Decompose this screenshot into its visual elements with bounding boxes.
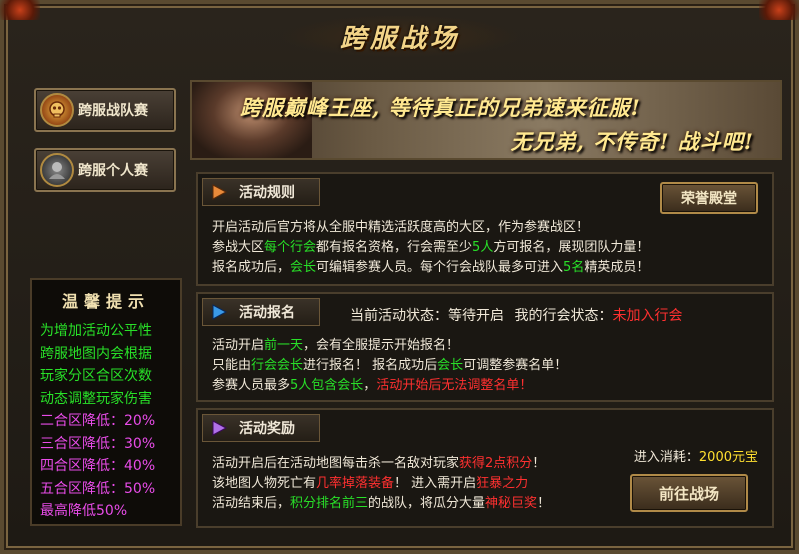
activity-status: 当前活动状态：等待开启 我的行会状态：未加入行会 bbox=[350, 308, 683, 324]
arrow-icon bbox=[209, 181, 231, 203]
tip-line: 玩家分区合区次数 bbox=[40, 368, 152, 384]
tip-line: 五合区降低：50% bbox=[40, 480, 156, 497]
enter-battlefield-button[interactable]: 前往战场 bbox=[630, 474, 748, 512]
promo-banner: 跨服巅峰王座, 等待真正的兄弟速来征服! 无兄弟, 不传奇! 战斗吧! bbox=[190, 80, 782, 160]
rewards-section: 活动奖励 进入消耗：2000元宝 前往战场 活动开启后在活动地图每击杀一名敌对玩… bbox=[196, 408, 774, 528]
arrow-icon bbox=[209, 301, 231, 323]
tip-line: 最高降低50% bbox=[40, 503, 128, 519]
tips-title: 温馨提示 bbox=[61, 292, 150, 311]
tab-signup: 活动报名 bbox=[202, 298, 320, 326]
entry-cost: 进入消耗：2000元宝 bbox=[633, 450, 758, 465]
solo-match-label: 跨服个人赛 bbox=[78, 163, 148, 179]
rewards-line: 活动开启后在活动地图每击杀一名敌对玩家获得2点积分！ bbox=[212, 456, 546, 471]
solo-match-button[interactable]: 跨服个人赛 bbox=[34, 148, 176, 192]
title-bar: 跨服战场 bbox=[280, 14, 520, 58]
tab-rewards-label: 活动奖励 bbox=[239, 421, 295, 437]
tab-rewards: 活动奖励 bbox=[202, 414, 320, 442]
rules-line: 开启活动后官方将从全服中精选活跃度高的大区，作为参赛战区！ bbox=[212, 220, 590, 235]
signup-line: 参赛人员最多5人包含会长，活动开始后无法调整名单！ bbox=[212, 378, 533, 393]
tip-line: 二合区降低：20% bbox=[40, 413, 156, 429]
tip-line: 为增加活动公平性 bbox=[40, 323, 152, 339]
honor-hall-button[interactable]: 荣誉殿堂 bbox=[660, 182, 758, 214]
banner-line2: 无兄弟, 不传奇! 战斗吧! bbox=[510, 129, 754, 154]
rules-line: 报名成功后，会长可编辑参赛人员。每个行会战队最多可进入5名精英成员！ bbox=[212, 260, 650, 275]
signup-line: 活动开启前一天，会有全服提示开始报名！ bbox=[212, 338, 460, 353]
tip-line: 动态调整玩家伤害 bbox=[40, 390, 152, 407]
tips-panel: 温馨提示 为增加活动公平性 跨服地图内会根据 玩家分区合区次数 动态调整玩家伤害… bbox=[30, 278, 182, 526]
tab-rules-label: 活动规则 bbox=[239, 185, 295, 201]
window-title: 跨服战场 bbox=[339, 23, 460, 54]
tab-rules: 活动规则 bbox=[202, 178, 320, 206]
entry-cost-value: 2000元宝 bbox=[698, 450, 758, 465]
signup-section: 活动报名 当前活动状态：等待开启 我的行会状态：未加入行会 活动开启前一天，会有… bbox=[196, 292, 774, 402]
team-match-button[interactable]: 跨服战队赛 bbox=[34, 88, 176, 132]
tip-line: 四合区降低：40% bbox=[40, 458, 156, 474]
skull-emblem-icon bbox=[40, 93, 74, 127]
arrow-icon bbox=[209, 417, 231, 439]
guild-status-value: 未加入行会 bbox=[612, 308, 683, 324]
team-match-label: 跨服战队赛 bbox=[78, 103, 148, 119]
warrior-portrait-icon bbox=[40, 153, 74, 187]
tip-line: 三合区降低：30% bbox=[40, 435, 156, 452]
rules-line: 参战大区每个行会都有报名资格，行会需至少5人方可报名，展现团队力量！ bbox=[212, 240, 650, 255]
tip-line: 跨服地图内会根据 bbox=[40, 345, 152, 362]
banner-line1: 跨服巅峰王座, 等待真正的兄弟速来征服! bbox=[240, 95, 641, 120]
tab-signup-label: 活动报名 bbox=[239, 305, 295, 321]
fire-decoration bbox=[759, 0, 799, 20]
fire-decoration bbox=[0, 0, 40, 20]
rewards-line: 活动结束后，积分排名前三的战队，将瓜分大量神秘巨奖！ bbox=[212, 496, 551, 511]
rules-section: 活动规则 荣誉殿堂 开启活动后官方将从全服中精选活跃度高的大区，作为参赛战区！ … bbox=[196, 172, 774, 286]
rewards-line: 该地图人物死亡有几率掉落装备！ 进入需开启狂暴之力 bbox=[212, 476, 529, 491]
signup-line: 只能由行会会长进行报名！ 报名成功后会长可调整参赛名单！ bbox=[212, 358, 568, 373]
